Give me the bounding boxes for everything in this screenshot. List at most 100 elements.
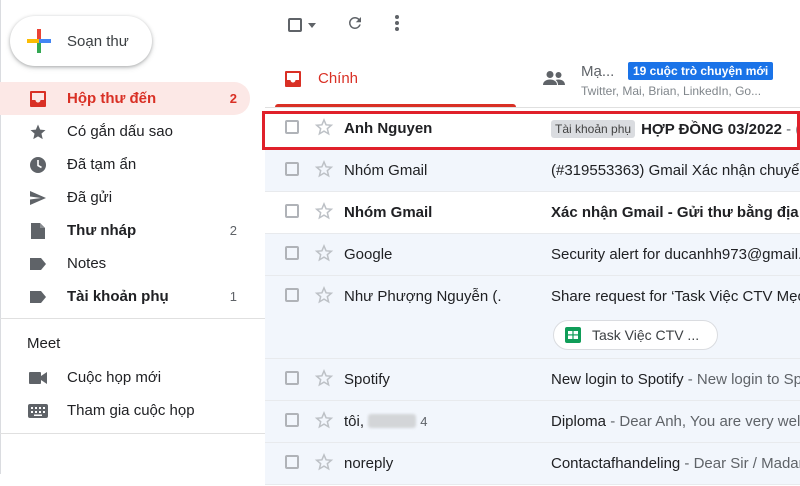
email-row[interactable]: Như Phượng Nguyễn (. Share request for ‘… (265, 276, 800, 359)
unread-count: 2 (229, 91, 237, 106)
email-sender: Như Phượng Nguyễn (. (344, 288, 502, 305)
row-checkbox[interactable] (285, 413, 299, 427)
join-meeting-item[interactable]: Tham gia cuộc họp (0, 394, 265, 427)
tab-social-label: Mạ... (581, 63, 615, 80)
sidebar-item-label: Thư nháp (67, 222, 137, 239)
row-checkbox[interactable] (285, 288, 299, 302)
email-row[interactable]: Spotify New login to Spotify - New login… (265, 359, 800, 401)
email-row[interactable]: Anh Nguyen Tài khoản phụ HỢP ĐỒNG 03/2022… (265, 108, 800, 150)
send-icon (28, 188, 48, 208)
keyboard-icon (28, 401, 48, 421)
sidebar-item-label: Đã tạm ẩn (67, 156, 137, 173)
people-icon (543, 70, 565, 91)
compose-button[interactable]: Soạn thư (10, 16, 152, 66)
email-snippet: - Dear Anh, You are very welc (606, 413, 800, 430)
sidebar-item-sent[interactable]: Đã gửi (0, 181, 265, 214)
email-subject: Diploma (551, 413, 607, 430)
star-outline-icon[interactable] (314, 452, 334, 472)
more-button[interactable] (385, 13, 409, 37)
thread-count: 4 (420, 414, 428, 429)
divider (0, 433, 265, 434)
attachment-chip[interactable]: Task Việc CTV ... (553, 320, 718, 350)
email-row[interactable]: noreply Contactafhandeling - Dear Sir / … (265, 443, 800, 485)
email-content: Diploma - Dear Anh, You are very welc (551, 413, 800, 430)
email-row[interactable]: tôi, 4 Diploma - Dear Anh, You are very … (265, 401, 800, 443)
draft-icon (28, 221, 48, 241)
email-sender: noreply (344, 455, 394, 472)
label-icon (28, 287, 48, 307)
email-snippet: - Dear Sir / Madan (680, 455, 800, 472)
star-outline-icon[interactable] (314, 410, 334, 430)
row-checkbox[interactable] (285, 371, 299, 385)
meet-title: Meet (27, 335, 61, 352)
star-outline-icon[interactable] (314, 159, 334, 179)
sidebar: Soạn thư Hộp thư đến 2 Có gắn dấu sao Đã… (0, 0, 265, 486)
email-list: Anh Nguyen Tài khoản phụ HỢP ĐỒNG 03/2022… (265, 108, 800, 485)
sidebar-item-snoozed[interactable]: Đã tạm ẩn (0, 148, 265, 181)
star-outline-icon[interactable] (314, 285, 334, 305)
row-checkbox[interactable] (285, 455, 299, 469)
email-snippet: - ( (781, 121, 800, 138)
email-subject: Xác nhận Gmail - Gửi thư bằng địa ch (551, 204, 800, 221)
sidebar-item-label: Có gắn dấu sao (67, 123, 173, 140)
sidebar-item-drafts[interactable]: Thư nháp 2 (0, 214, 265, 247)
email-content: New login to Spotify - New login to Sp (551, 371, 800, 388)
tab-primary[interactable]: Chính (275, 50, 516, 107)
tab-primary-label: Chính (318, 70, 359, 87)
email-row[interactable]: Nhóm Gmail (#319553363) Gmail Xác nhận c… (265, 150, 800, 192)
star-icon (28, 122, 48, 142)
star-outline-icon[interactable] (314, 368, 334, 388)
compose-label: Soạn thư (67, 32, 129, 50)
email-content: (#319553363) Gmail Xác nhận chuyển (551, 162, 800, 179)
sidebar-item-notes[interactable]: Notes (0, 247, 265, 280)
email-sender: Nhóm Gmail (344, 162, 428, 179)
plus-icon (25, 27, 53, 55)
email-content: Tài khoản phụ HỢP ĐỒNG 03/2022 - ( (551, 120, 800, 138)
email-subject: HỢP ĐỒNG 03/2022 (641, 121, 782, 138)
email-sender: tôi, 4 (344, 413, 427, 430)
draft-count: 2 (229, 223, 237, 238)
sub-account-count: 1 (229, 289, 237, 304)
email-sender: Google (344, 246, 393, 263)
sheets-icon (565, 327, 581, 343)
inbox-icon (28, 89, 48, 109)
new-meeting-item[interactable]: Cuộc họp mới (0, 361, 265, 394)
star-outline-icon[interactable] (314, 243, 334, 263)
sidebar-item-label: Hộp thư đến (67, 90, 157, 107)
nav-list: Hộp thư đến 2 Có gắn dấu sao Đã tạm ẩn Đ… (0, 82, 265, 313)
row-checkbox[interactable] (285, 162, 299, 176)
redacted-name (368, 414, 417, 428)
category-tabs: Chính Mạ... 19 cuộc trò chuyện mới Twitt… (265, 50, 800, 108)
toolbar (265, 0, 800, 50)
tab-social[interactable]: Mạ... 19 cuộc trò chuyện mới Twitter, Ma… (535, 50, 800, 107)
sidebar-item-inbox[interactable]: Hộp thư đến 2 (0, 82, 250, 115)
inbox-icon (284, 70, 302, 93)
sidebar-item-sub-account[interactable]: Tài khoản phụ 1 (0, 280, 265, 313)
star-outline-icon[interactable] (314, 117, 334, 137)
email-subject: Security alert for ducanhh973@gmail. (551, 246, 800, 263)
sender-name: tôi, (344, 413, 365, 430)
email-subject: Share request for ‘Task Việc CTV Mẹo (551, 288, 800, 305)
email-content: Xác nhận Gmail - Gửi thư bằng địa ch (551, 204, 800, 221)
row-checkbox[interactable] (285, 120, 299, 134)
email-row[interactable]: Nhóm Gmail Xác nhận Gmail - Gửi thư bằng… (265, 192, 800, 234)
email-sender: Anh Nguyen (344, 120, 433, 137)
row-checkbox[interactable] (285, 204, 299, 218)
more-vert-icon (394, 14, 400, 37)
email-content: Share request for ‘Task Việc CTV Mẹo (551, 288, 800, 305)
attachment-name: Task Việc CTV ... (592, 327, 700, 343)
email-row[interactable]: Google Security alert for ducanhh973@gma… (265, 234, 800, 276)
active-tab-indicator (275, 104, 516, 107)
refresh-button[interactable] (343, 13, 367, 37)
row-checkbox[interactable] (285, 246, 299, 260)
meet-list: Cuộc họp mới Tham gia cuộc họp (0, 361, 265, 427)
email-snippet: - New login to Sp (683, 371, 800, 388)
email-subject: (#319553363) Gmail Xác nhận chuyển (551, 162, 800, 179)
sidebar-item-label: Đã gửi (67, 189, 113, 206)
clock-icon (28, 155, 48, 175)
star-outline-icon[interactable] (314, 201, 334, 221)
select-all-checkbox[interactable] (283, 13, 321, 37)
main-panel: Chính Mạ... 19 cuộc trò chuyện mới Twitt… (265, 0, 800, 486)
sidebar-item-starred[interactable]: Có gắn dấu sao (0, 115, 265, 148)
label-icon (28, 254, 48, 274)
